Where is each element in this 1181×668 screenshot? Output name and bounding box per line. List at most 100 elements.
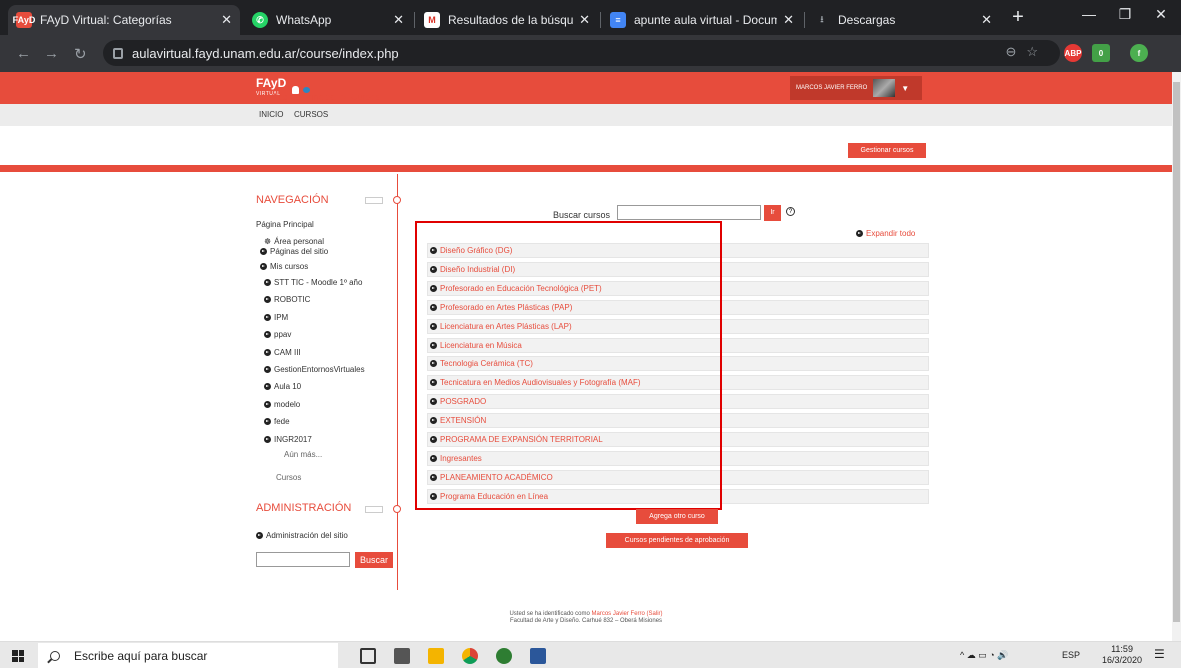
sidebar-course-item[interactable]: STT TIC - Moodle 1º año [264,278,362,287]
extension-check-icon[interactable]: 0 [1092,44,1110,62]
browser-tab-bar: FAyD FAyD Virtual: Categorías ✕ ✆ WhatsA… [0,0,1181,35]
arrow-bullet-icon [264,296,271,304]
restore-button[interactable]: ❐ [1110,6,1140,23]
sidebar-my-courses[interactable]: Mis cursos [260,262,308,271]
notification-icon[interactable]: ☰ [1154,647,1165,661]
dashboard-icon: ☸ [264,237,272,246]
user-menu[interactable]: MARCOS JAVIER FERRO ▼ [790,76,922,100]
close-icon[interactable]: ✕ [981,12,992,28]
chrome-icon[interactable] [462,648,478,664]
sidebar-home[interactable]: Página Principal [256,220,314,229]
minimize-button[interactable]: — [1074,6,1104,22]
tab-gmail[interactable]: M Resultados de la búsqueda - fe ✕ [416,5,598,35]
divider [0,165,1172,172]
sidebar-course-item[interactable]: ppav [264,330,291,339]
course-search-input[interactable] [617,205,761,220]
tab-title: Resultados de la búsqueda - fe [448,13,574,27]
calculator-icon[interactable] [394,648,410,664]
url-input[interactable]: aulavirtual.fayd.unam.edu.ar/course/inde… [103,40,1060,66]
close-icon[interactable]: ✕ [393,12,404,28]
arrow-bullet-icon [264,348,271,356]
app-icon[interactable] [496,648,512,664]
sidebar-course-item[interactable]: GestionEntornosVirtuales [264,365,365,374]
secondary-nav: INICIO CURSOS [0,104,1172,126]
expand-all-link[interactable]: Expandir todo [856,229,915,238]
nav-inicio[interactable]: INICIO [259,110,283,119]
sidebar-courses-link[interactable]: Cursos [276,473,301,482]
close-icon[interactable]: ✕ [579,12,590,28]
reload-button[interactable]: ↻ [74,45,87,63]
taskbar-search[interactable]: Escribe aquí para buscar [38,643,338,668]
adblock-icon[interactable]: ABP [1064,44,1082,62]
sidebar-search-button[interactable]: Buscar [355,552,393,568]
page-scrollbar[interactable] [1172,72,1181,641]
sidebar-course-item[interactable]: ROBOTIC [264,295,310,304]
arrow-bullet-icon [264,435,271,443]
new-tab-button[interactable]: + [1006,6,1030,30]
whatsapp-icon: ✆ [252,12,268,28]
tab-docs[interactable]: ≡ apunte aula virtual - Documen ✕ [602,5,802,35]
close-icon[interactable]: ✕ [783,12,794,28]
arrow-bullet-icon [256,532,263,539]
sidebar-course-item[interactable]: INGR2017 [264,435,312,444]
arrow-bullet-icon [264,418,271,426]
tab-fayd[interactable]: FAyD FAyD Virtual: Categorías ✕ [8,5,240,35]
nav-cursos[interactable]: CURSOS [294,110,328,119]
tray-icons[interactable]: ^ ☁ ▭ ◔ 🔊 [960,650,1008,661]
page-footer: Usted se ha identificado como Marcos Jav… [0,611,1172,625]
sidebar-site-admin[interactable]: Administración del sitio [256,531,348,540]
sidebar-course-item[interactable]: IPM [264,313,288,322]
sidebar-course-item[interactable]: Aula 10 [264,382,301,391]
close-icon[interactable]: ✕ [221,12,232,28]
avatar [873,79,896,97]
manage-courses-button[interactable]: Gestionar cursos [848,143,926,158]
profile-icon[interactable]: f [1130,44,1148,62]
chevron-down-icon [260,263,267,270]
pending-courses-button[interactable]: Cursos pendientes de aprobación [606,533,748,548]
docs-icon: ≡ [610,12,626,28]
back-button[interactable]: ← [16,45,31,62]
sidebar-course-item[interactable]: CAM III [264,348,301,357]
sidebar-site-pages[interactable]: Páginas del sitio [260,247,328,256]
breadcrumb[interactable]: Página Principal ► Cursos [272,92,379,102]
search-label: Buscar cursos [553,210,611,220]
file-explorer-icon[interactable] [428,648,444,664]
sidebar-divider [397,174,398,590]
word-icon[interactable] [530,648,546,664]
block-controls[interactable] [365,197,383,204]
block-controls[interactable] [365,506,383,513]
add-course-button[interactable]: Agrega otro curso [636,509,718,524]
fayd-icon: FAyD [13,12,35,28]
logout-link[interactable]: (Salir) [647,611,663,617]
language-indicator[interactable]: ESP [1062,650,1080,660]
block-dock-icon[interactable] [393,505,401,513]
arrow-bullet-icon [264,400,271,408]
search-go-button[interactable]: Ir [764,205,781,221]
search-icon [50,650,60,661]
sidebar-personal[interactable]: ☸ Área personal [264,237,324,246]
arrow-bullet-icon [264,383,271,391]
tab-title: FAyD Virtual: Categorías [40,13,172,27]
help-icon[interactable]: ? [786,207,795,216]
zoom-star-icons[interactable]: ⊖☆ [1005,44,1048,60]
close-window-button[interactable]: ✕ [1146,6,1176,23]
tab-title: Descargas [838,13,896,27]
site-header: FAyD VIRTUAL MARCOS JAVIER FERRO ▼ [0,72,1172,104]
sidebar-search-input[interactable] [256,552,350,567]
task-view-icon[interactable] [360,648,376,664]
forward-button[interactable]: → [44,45,59,62]
footer-address: Facultad de Arte y Diseño. Carhué 832 – … [509,618,663,624]
tab-downloads[interactable]: ⭳ Descargas ✕ [806,5,1000,35]
page-content: FAyD VIRTUAL MARCOS JAVIER FERRO ▼ INICIO… [0,72,1172,641]
address-bar-row: ← → ↻ aulavirtual.fayd.unam.edu.ar/cours… [0,35,1181,72]
tab-whatsapp[interactable]: ✆ WhatsApp ✕ [244,5,412,35]
sidebar-more[interactable]: Aún más... [284,450,322,459]
clock[interactable]: 11:59 16/3/2020 [1102,644,1142,666]
tab-title: WhatsApp [276,13,332,27]
block-dock-icon[interactable] [393,196,401,204]
footer-user-link[interactable]: Marcos Javier Ferro [592,611,645,617]
windows-start-icon[interactable] [12,650,24,662]
windows-taskbar: Escribe aquí para buscar ^ ☁ ▭ ◔ 🔊 ESP 1… [0,641,1181,668]
sidebar-course-item[interactable]: fede [264,417,290,426]
sidebar-course-item[interactable]: modelo [264,400,300,409]
